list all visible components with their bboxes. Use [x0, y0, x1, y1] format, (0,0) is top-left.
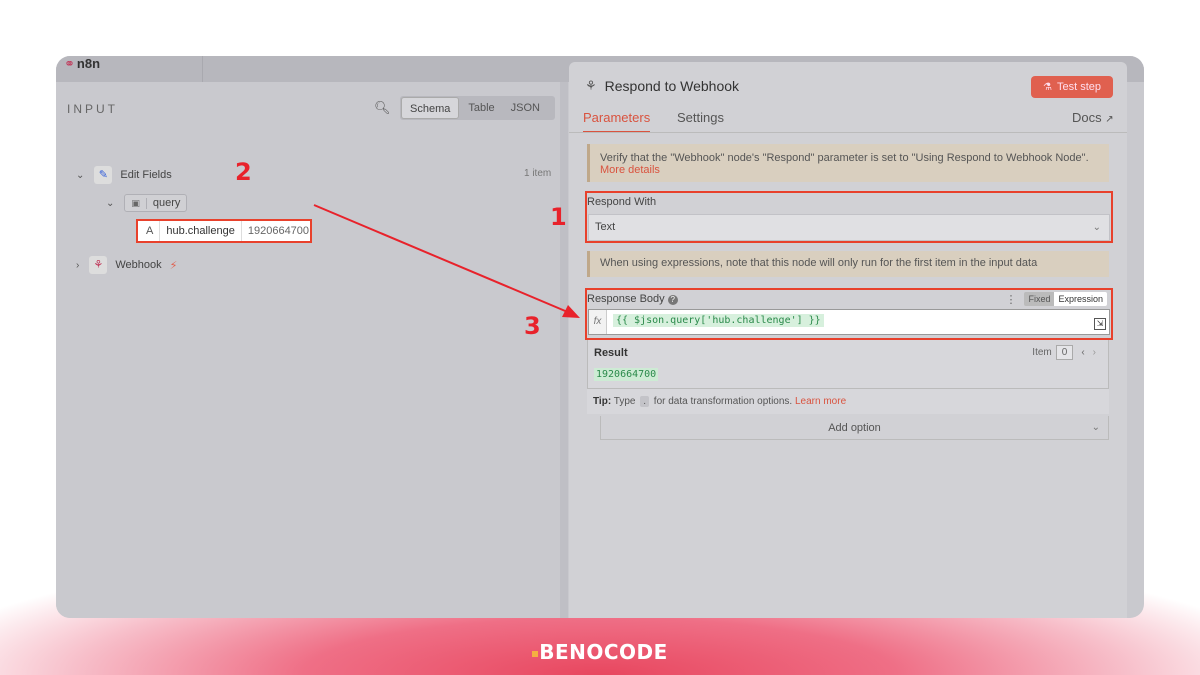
query-chip[interactable]: ▣ query [124, 194, 188, 212]
test-step-button[interactable]: ⚗ Test step [1031, 76, 1113, 98]
mode-toggle: ⋮ Fixed Expression [1005, 292, 1107, 306]
webhook-icon: ⚘ [585, 78, 597, 93]
result-label: Result [594, 347, 628, 359]
expression-code: {{ $json.query['hub.challenge'] }} [613, 314, 824, 327]
input-title: INPUT [67, 102, 118, 116]
node-panel: ⚘ Respond to Webhook ⚗ Test step Paramet… [569, 62, 1127, 618]
expression-notice: When using expressions, note that this n… [587, 251, 1109, 277]
tree-row-edit-fields[interactable]: ⌄ ✎ Edit Fields [76, 166, 172, 184]
item-index[interactable]: 0 [1055, 345, 1074, 360]
chevron-down-icon[interactable]: ⌄ [106, 198, 114, 209]
more-details-link[interactable]: More details [600, 164, 1099, 176]
tree-row-webhook[interactable]: › ⚘ Webhook ⚡︎ [76, 256, 177, 274]
chevron-down-icon[interactable]: ⌄ [76, 170, 84, 181]
help-icon[interactable]: ? [667, 295, 678, 305]
annotation-2: 2 [235, 158, 252, 186]
node-title: ⚘ Respond to Webhook [585, 78, 740, 94]
annotation-3: 3 [524, 312, 541, 340]
top-bar-divider [202, 56, 203, 82]
webhook-label: Webhook [115, 259, 162, 271]
result-value: 1920664700 [594, 368, 659, 381]
notice-text: Verify that the "Webhook" node's "Respon… [600, 152, 1089, 164]
field-value: 1920664700 [247, 225, 310, 237]
edit-fields-label: Edit Fields [120, 169, 172, 181]
expression-mode-button[interactable]: Expression [1054, 292, 1107, 306]
query-label: query [152, 197, 181, 209]
dot-key: . [640, 396, 650, 407]
docs-link[interactable]: Docs ↗ [1072, 110, 1114, 125]
lightning-icon: ⚡︎ [169, 259, 178, 272]
respond-with-label: Respond With [587, 196, 657, 208]
field-key: hub.challenge [160, 221, 242, 241]
prev-item-icon[interactable]: ‹ [1081, 347, 1084, 358]
response-body-field: Response Body? ⋮ Fixed Expression fx {{ … [585, 288, 1113, 340]
hub-challenge-field[interactable]: A hub.challenge 1920664700 [136, 219, 312, 243]
webhook-icon: ⚘ [89, 256, 108, 274]
pencil-icon: ✎ [94, 166, 113, 184]
expression-notice-text: When using expressions, note that this n… [600, 257, 1038, 269]
tabs-divider [569, 132, 1127, 133]
learn-more-link[interactable]: Learn more [795, 396, 846, 407]
respond-with-select[interactable]: Text ⌄ [588, 214, 1110, 241]
view-tabs: Schema Table JSON [400, 96, 555, 120]
fx-icon: fx [589, 310, 607, 334]
tab-json[interactable]: JSON [503, 96, 548, 120]
n8n-logo[interactable]: ⚭ n8n [64, 56, 100, 72]
search-icon[interactable]: 🔍︎ [374, 100, 391, 116]
flask-icon: ⚗ [1043, 81, 1052, 93]
item-count: 1 item [524, 168, 552, 179]
webhook-notice: Verify that the "Webhook" node's "Respon… [587, 144, 1109, 182]
tab-schema[interactable]: Schema [401, 97, 460, 119]
chevron-right-icon[interactable]: › [76, 260, 79, 271]
more-icon[interactable]: ⋮ [1005, 293, 1016, 306]
response-body-label: Response Body? [587, 293, 678, 305]
tab-settings[interactable]: Settings [677, 110, 724, 125]
benocode-logo: BENOCODE [0, 640, 1200, 664]
chevron-down-icon: ⌄ [1091, 422, 1100, 433]
expression-input[interactable]: fx {{ $json.query['hub.challenge'] }} ⇲ [588, 309, 1110, 335]
external-link-icon: ↗ [1105, 114, 1114, 125]
input-panel: INPUT 🔍︎ Schema Table JSON ⌄ ✎ Edit Fiel… [56, 82, 568, 618]
app-screen: ⚭ n8n INPUT 🔍︎ Schema Table JSON ⌄ ✎ Edit… [56, 56, 1144, 618]
fixed-mode-button[interactable]: Fixed [1024, 292, 1055, 306]
n8n-mark-icon: ⚭ [64, 56, 75, 71]
expand-editor-icon[interactable]: ⇲ [1094, 318, 1106, 330]
tab-table[interactable]: Table [460, 96, 502, 120]
item-pager: Item 0 ‹ › [1032, 345, 1096, 360]
add-option-button[interactable]: Add option ⌄ [600, 416, 1109, 440]
tab-parameters[interactable]: Parameters [583, 110, 651, 133]
tree-row-query[interactable]: ⌄ ▣ query [106, 194, 188, 212]
respond-with-field: Respond With Text ⌄ [585, 191, 1113, 243]
panel-divider[interactable] [560, 82, 568, 618]
annotation-1: 1 [550, 203, 567, 231]
object-icon: ▣ [131, 197, 147, 209]
string-type-icon: A [138, 221, 161, 241]
next-item-icon[interactable]: › [1093, 347, 1096, 358]
tip-bar: Tip: Type . for data transformation opti… [587, 388, 1109, 414]
chevron-down-icon: ⌄ [1092, 222, 1101, 233]
